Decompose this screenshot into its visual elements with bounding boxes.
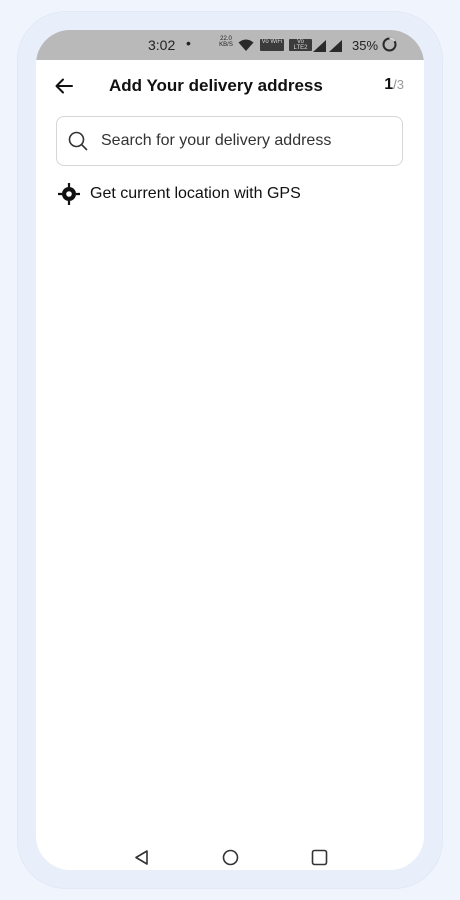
- step-total: 3: [396, 77, 404, 92]
- signal-strength-icon: [329, 40, 342, 52]
- nav-recents-icon[interactable]: [311, 849, 328, 866]
- wifi-icon: [238, 39, 254, 51]
- status-time: 3:02: [148, 37, 176, 53]
- header-bar: Add Your delivery address 1/3: [36, 66, 424, 106]
- search-box[interactable]: [56, 116, 403, 166]
- system-nav-bar: [36, 840, 424, 870]
- signal-strength-icon: [313, 40, 326, 52]
- app-screen: 3:02 • 22.0 KB/S Vo WiFi Vo LTE2 35% Add…: [36, 30, 424, 870]
- nav-back-icon[interactable]: [133, 849, 150, 866]
- back-arrow-icon[interactable]: [54, 76, 74, 96]
- step-current: 1: [384, 76, 394, 93]
- battery-percent: 35%: [352, 38, 379, 53]
- page-title: Add Your delivery address: [109, 76, 323, 95]
- volte-badge: Vo LTE2: [289, 39, 312, 51]
- gps-target-icon: [58, 183, 80, 205]
- status-bar: 3:02 • 22.0 KB/S Vo WiFi Vo LTE2 35%: [36, 30, 424, 60]
- step-indicator: 1/3: [384, 76, 404, 94]
- battery-icon: [382, 37, 397, 52]
- status-dot: •: [186, 35, 191, 51]
- search-input[interactable]: [101, 125, 391, 157]
- nav-home-icon[interactable]: [222, 849, 239, 866]
- network-speed: 22.0 KB/S: [218, 36, 234, 48]
- network-speed-unit: KB/S: [219, 42, 233, 48]
- search-icon: [68, 131, 88, 151]
- vowifi-badge: Vo WiFi: [260, 39, 284, 51]
- gps-label: Get current location with GPS: [90, 185, 301, 202]
- gps-location-button[interactable]: Get current location with GPS: [56, 180, 356, 208]
